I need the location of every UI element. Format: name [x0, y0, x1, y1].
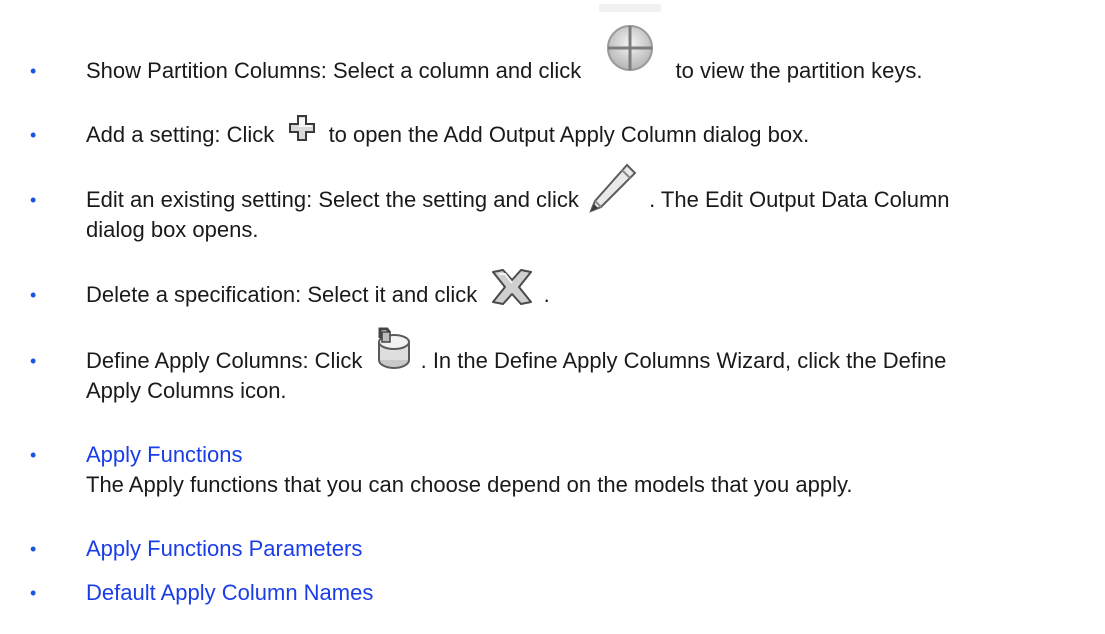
list-item-apply-functions: Apply Functions The Apply functions that… — [86, 440, 1095, 500]
item-description: The Apply functions that you can choose … — [86, 472, 853, 497]
bullet — [30, 534, 50, 564]
delete-x-icon[interactable] — [489, 269, 535, 310]
default-apply-column-names-link[interactable]: Default Apply Column Names — [86, 580, 373, 605]
bullet — [30, 120, 50, 150]
item-text-before: Edit an existing setting: Select the set… — [86, 187, 579, 212]
list-item-add-setting: Add a setting: Click to open the Add Out… — [86, 115, 1095, 150]
list-item-define-apply-columns: Define Apply Columns: Click . In the Def… — [86, 327, 1095, 406]
pencil-edit-icon[interactable] — [587, 163, 637, 215]
item-text-before: Add a setting: Click — [86, 122, 275, 147]
bullet — [30, 346, 50, 376]
bullet — [30, 440, 50, 470]
bullet — [30, 185, 50, 215]
define-apply-columns-icon[interactable] — [374, 327, 412, 376]
item-text-after: . In the Define Apply Columns Wizard, cl… — [420, 348, 947, 373]
item-text-before: Show Partition Columns: Select a column … — [86, 58, 582, 83]
list-item-default-apply-column-names: Default Apply Column Names — [86, 578, 1095, 608]
bullet — [30, 578, 50, 608]
item-text-before: Define Apply Columns: Click — [86, 348, 363, 373]
item-text-after: to open the Add Output Apply Column dial… — [328, 122, 810, 147]
list-item-delete-specification: Delete a specification: Select it and cl… — [86, 269, 1095, 310]
item-text-after: to view the partition keys. — [675, 58, 923, 83]
item-text-continued: Apply Columns icon. — [86, 378, 287, 403]
add-icon[interactable] — [288, 115, 316, 150]
apply-functions-parameters-link[interactable]: Apply Functions Parameters — [86, 536, 362, 561]
item-text-continued: dialog box opens. — [86, 217, 259, 242]
list-item-edit-setting: Edit an existing setting: Select the set… — [86, 163, 1095, 245]
bullet — [30, 56, 50, 86]
item-text-after: . The Edit Output Data Column — [649, 187, 950, 212]
partition-columns-icon[interactable] — [599, 4, 662, 86]
apply-functions-link[interactable]: Apply Functions — [86, 442, 243, 467]
bullet — [30, 280, 50, 310]
list-item-show-partition-columns: Show Partition Columns: Select a column … — [86, 4, 1095, 86]
item-text-after: . — [543, 282, 550, 307]
list-item-apply-functions-parameters: Apply Functions Parameters — [86, 534, 1095, 564]
item-text-before: Delete a specification: Select it and cl… — [86, 282, 478, 307]
